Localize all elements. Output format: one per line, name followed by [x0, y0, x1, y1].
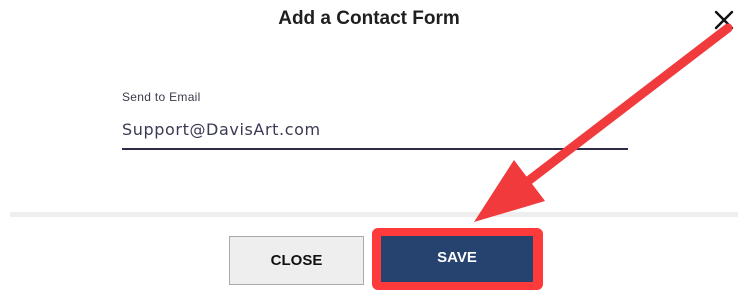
send-to-email-label: Send to Email: [122, 90, 201, 104]
footer-divider: [10, 212, 738, 217]
close-button[interactable]: CLOSE: [229, 236, 364, 285]
send-to-email-input[interactable]: [122, 110, 628, 150]
save-button[interactable]: SAVE: [381, 236, 533, 282]
contact-form-dialog: Add a Contact Form Send to Email CLOSE S…: [0, 0, 738, 292]
dialog-title: Add a Contact Form: [278, 8, 460, 29]
close-icon[interactable]: [712, 8, 736, 32]
send-to-email-field: Send to Email: [122, 90, 628, 156]
